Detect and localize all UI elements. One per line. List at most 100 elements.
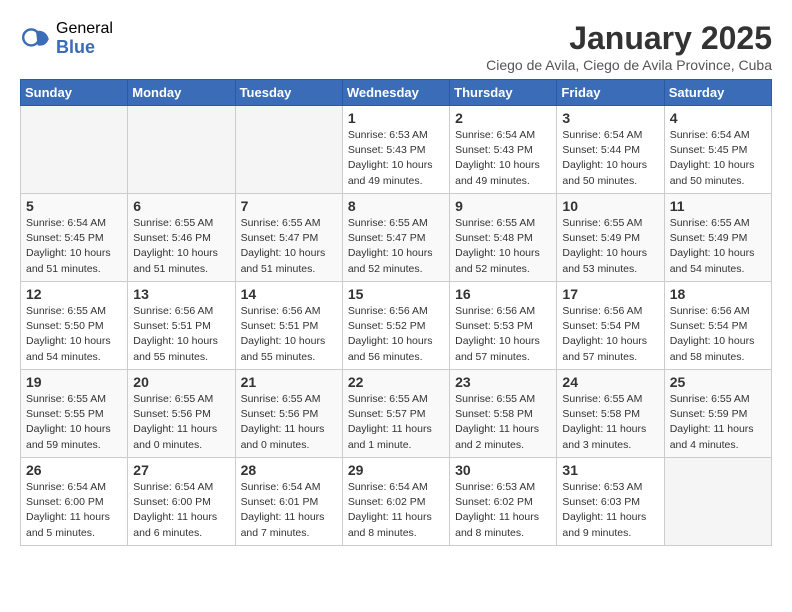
day-header-sunday: Sunday: [21, 80, 128, 106]
day-info: Sunrise: 6:55 AMSunset: 5:56 PMDaylight:…: [241, 392, 337, 453]
day-info: Sunrise: 6:55 AMSunset: 5:58 PMDaylight:…: [562, 392, 658, 453]
logo-icon: [20, 23, 52, 55]
calendar-cell: 11 Sunrise: 6:55 AMSunset: 5:49 PMDayligh…: [664, 194, 771, 282]
day-number: 23: [455, 374, 551, 390]
calendar-title: January 2025: [486, 20, 772, 57]
day-number: 8: [348, 198, 444, 214]
day-info: Sunrise: 6:54 AMSunset: 6:00 PMDaylight:…: [26, 480, 122, 541]
day-info: Sunrise: 6:56 AMSunset: 5:51 PMDaylight:…: [133, 304, 229, 365]
calendar-cell: [235, 106, 342, 194]
day-info: Sunrise: 6:56 AMSunset: 5:51 PMDaylight:…: [241, 304, 337, 365]
day-info: Sunrise: 6:54 AMSunset: 5:45 PMDaylight:…: [26, 216, 122, 277]
logo: General Blue: [20, 20, 113, 57]
calendar-cell: 24 Sunrise: 6:55 AMSunset: 5:58 PMDayligh…: [557, 370, 664, 458]
calendar-cell: 16Sunrise: 6:56 AMSunset: 5:53 PMDayligh…: [450, 282, 557, 370]
day-number: 7: [241, 198, 337, 214]
logo-text: General Blue: [56, 20, 113, 57]
day-info: Sunrise: 6:55 AMSunset: 5:56 PMDaylight:…: [133, 392, 229, 453]
day-info: Sunrise: 6:55 AMSunset: 5:49 PMDaylight:…: [562, 216, 658, 277]
calendar-week-4: 19 Sunrise: 6:55 AMSunset: 5:55 PMDayligh…: [21, 370, 772, 458]
day-info: Sunrise: 6:54 AMSunset: 6:01 PMDaylight:…: [241, 480, 337, 541]
day-header-wednesday: Wednesday: [342, 80, 449, 106]
calendar-cell: 9 Sunrise: 6:55 AMSunset: 5:48 PMDaylight…: [450, 194, 557, 282]
day-info: Sunrise: 6:54 AMSunset: 5:45 PMDaylight:…: [670, 128, 766, 189]
day-header-thursday: Thursday: [450, 80, 557, 106]
day-number: 3: [562, 110, 658, 126]
day-info: Sunrise: 6:53 AMSunset: 6:02 PMDaylight:…: [455, 480, 551, 541]
day-number: 4: [670, 110, 766, 126]
day-number: 24: [562, 374, 658, 390]
day-info: Sunrise: 6:53 AMSunset: 5:43 PMDaylight:…: [348, 128, 444, 189]
day-header-monday: Monday: [128, 80, 235, 106]
day-number: 12: [26, 286, 122, 302]
calendar-cell: 31Sunrise: 6:53 AMSunset: 6:03 PMDayligh…: [557, 458, 664, 546]
calendar-cell: 2Sunrise: 6:54 AMSunset: 5:43 PMDaylight…: [450, 106, 557, 194]
day-info: Sunrise: 6:55 AMSunset: 5:47 PMDaylight:…: [348, 216, 444, 277]
calendar-subtitle: Ciego de Avila, Ciego de Avila Province,…: [486, 57, 772, 73]
calendar-cell: 21 Sunrise: 6:55 AMSunset: 5:56 PMDayligh…: [235, 370, 342, 458]
day-number: 25: [670, 374, 766, 390]
day-number: 9: [455, 198, 551, 214]
calendar-cell: [21, 106, 128, 194]
calendar-cell: 19 Sunrise: 6:55 AMSunset: 5:55 PMDayligh…: [21, 370, 128, 458]
day-number: 18: [670, 286, 766, 302]
day-number: 22: [348, 374, 444, 390]
calendar-week-5: 26Sunrise: 6:54 AMSunset: 6:00 PMDayligh…: [21, 458, 772, 546]
day-number: 13: [133, 286, 229, 302]
calendar-cell: 18Sunrise: 6:56 AMSunset: 5:54 PMDayligh…: [664, 282, 771, 370]
day-info: Sunrise: 6:55 AMSunset: 5:48 PMDaylight:…: [455, 216, 551, 277]
day-number: 20: [133, 374, 229, 390]
day-info: Sunrise: 6:55 AMSunset: 5:46 PMDaylight:…: [133, 216, 229, 277]
calendar-cell: 29Sunrise: 6:54 AMSunset: 6:02 PMDayligh…: [342, 458, 449, 546]
day-number: 29: [348, 462, 444, 478]
day-number: 14: [241, 286, 337, 302]
day-header-saturday: Saturday: [664, 80, 771, 106]
day-number: 28: [241, 462, 337, 478]
calendar-cell: 13 Sunrise: 6:56 AMSunset: 5:51 PMDayligh…: [128, 282, 235, 370]
calendar-week-1: 1 Sunrise: 6:53 AMSunset: 5:43 PMDaylight…: [21, 106, 772, 194]
calendar-cell: 10Sunrise: 6:55 AMSunset: 5:49 PMDayligh…: [557, 194, 664, 282]
day-number: 15: [348, 286, 444, 302]
calendar-cell: 14 Sunrise: 6:56 AMSunset: 5:51 PMDayligh…: [235, 282, 342, 370]
day-number: 6: [133, 198, 229, 214]
calendar-cell: 20 Sunrise: 6:55 AMSunset: 5:56 PMDayligh…: [128, 370, 235, 458]
day-info: Sunrise: 6:54 AMSunset: 6:00 PMDaylight:…: [133, 480, 229, 541]
day-number: 19: [26, 374, 122, 390]
day-number: 1: [348, 110, 444, 126]
logo-general: General: [56, 20, 113, 38]
calendar-cell: 26Sunrise: 6:54 AMSunset: 6:00 PMDayligh…: [21, 458, 128, 546]
calendar-week-3: 12 Sunrise: 6:55 AMSunset: 5:50 PMDayligh…: [21, 282, 772, 370]
day-info: Sunrise: 6:55 AMSunset: 5:58 PMDaylight:…: [455, 392, 551, 453]
day-number: 11: [670, 198, 766, 214]
calendar-cell: 25 Sunrise: 6:55 AMSunset: 5:59 PMDayligh…: [664, 370, 771, 458]
calendar-cell: 27Sunrise: 6:54 AMSunset: 6:00 PMDayligh…: [128, 458, 235, 546]
day-info: Sunrise: 6:54 AMSunset: 5:44 PMDaylight:…: [562, 128, 658, 189]
calendar-cell: 4 Sunrise: 6:54 AMSunset: 5:45 PMDaylight…: [664, 106, 771, 194]
calendar-week-2: 5Sunrise: 6:54 AMSunset: 5:45 PMDaylight…: [21, 194, 772, 282]
day-number: 31: [562, 462, 658, 478]
calendar-cell: 30Sunrise: 6:53 AMSunset: 6:02 PMDayligh…: [450, 458, 557, 546]
calendar-cell: 15 Sunrise: 6:56 AMSunset: 5:52 PMDayligh…: [342, 282, 449, 370]
calendar-cell: 1 Sunrise: 6:53 AMSunset: 5:43 PMDaylight…: [342, 106, 449, 194]
day-header-friday: Friday: [557, 80, 664, 106]
day-number: 16: [455, 286, 551, 302]
day-number: 17: [562, 286, 658, 302]
day-info: Sunrise: 6:55 AMSunset: 5:59 PMDaylight:…: [670, 392, 766, 453]
calendar-table: SundayMondayTuesdayWednesdayThursdayFrid…: [20, 79, 772, 546]
calendar-cell: [128, 106, 235, 194]
calendar-cell: 22 Sunrise: 6:55 AMSunset: 5:57 PMDayligh…: [342, 370, 449, 458]
calendar-cell: [664, 458, 771, 546]
day-info: Sunrise: 6:55 AMSunset: 5:47 PMDaylight:…: [241, 216, 337, 277]
day-info: Sunrise: 6:55 AMSunset: 5:55 PMDaylight:…: [26, 392, 122, 453]
day-header-tuesday: Tuesday: [235, 80, 342, 106]
day-info: Sunrise: 6:55 AMSunset: 5:50 PMDaylight:…: [26, 304, 122, 365]
day-info: Sunrise: 6:56 AMSunset: 5:52 PMDaylight:…: [348, 304, 444, 365]
day-info: Sunrise: 6:55 AMSunset: 5:49 PMDaylight:…: [670, 216, 766, 277]
day-number: 21: [241, 374, 337, 390]
calendar-cell: 5Sunrise: 6:54 AMSunset: 5:45 PMDaylight…: [21, 194, 128, 282]
calendar-cell: 3 Sunrise: 6:54 AMSunset: 5:44 PMDaylight…: [557, 106, 664, 194]
calendar-cell: 17 Sunrise: 6:56 AMSunset: 5:54 PMDayligh…: [557, 282, 664, 370]
day-info: Sunrise: 6:55 AMSunset: 5:57 PMDaylight:…: [348, 392, 444, 453]
day-info: Sunrise: 6:56 AMSunset: 5:54 PMDaylight:…: [562, 304, 658, 365]
calendar-cell: 23 Sunrise: 6:55 AMSunset: 5:58 PMDayligh…: [450, 370, 557, 458]
